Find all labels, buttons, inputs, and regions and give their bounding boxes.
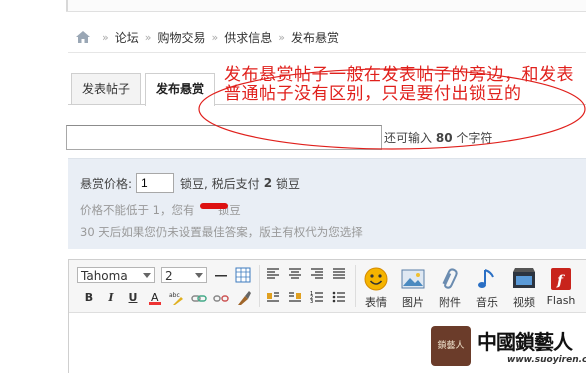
breadcrumb-separator: » <box>278 30 285 44</box>
align-justify-icon[interactable] <box>331 267 347 283</box>
table-icon[interactable] <box>235 267 251 283</box>
paperclip-icon <box>437 266 463 292</box>
reward-after-tax: 2 <box>263 176 273 190</box>
font-family-value: Tahoma <box>81 269 128 283</box>
breadcrumb-current: 发布悬赏 <box>290 30 339 45</box>
clear-format-icon[interactable] <box>235 290 251 306</box>
unordered-list-icon[interactable] <box>331 290 347 306</box>
svg-text:3: 3 <box>310 299 313 304</box>
toolbar-divider <box>259 265 260 307</box>
watermark-seal: 鎖藝人 <box>431 326 471 366</box>
breadcrumb-shopping[interactable]: 购物交易 <box>157 29 205 46</box>
ordered-list-icon[interactable]: 123 <box>309 290 325 306</box>
reward-price-label: 悬赏价格: <box>80 176 133 191</box>
breadcrumb: » 论坛 » 购物交易 » 供求信息 » 发布悬赏 <box>68 22 586 53</box>
highlight-icon[interactable]: abc <box>169 290 185 306</box>
video-icon <box>511 266 537 292</box>
chevron-down-icon <box>195 273 203 278</box>
font-size-value: 2 <box>165 269 173 283</box>
reward-min-note-head: 价格不能低于 1，您有 <box>80 203 195 217</box>
flash-button[interactable]: f Flash <box>543 266 579 307</box>
underline-icon[interactable]: U <box>125 290 141 306</box>
home-icon[interactable] <box>75 30 91 44</box>
emoticon-label: 表情 <box>365 296 387 309</box>
flash-icon: f <box>548 266 574 292</box>
emoticon-button[interactable]: 表情 <box>358 266 394 310</box>
reward-rule-note: 30 天后如果您仍未设置最佳答案，版主有权代为您选择 <box>80 225 363 239</box>
reward-panel: 悬赏价格: 锁豆, 税后支付 2 锁豆 价格不能低于 1，您有 锁豆 30 天后… <box>68 158 586 249</box>
bold-icon[interactable]: B <box>81 290 97 306</box>
annotation-text: 发布悬赏帖子一般在发表帖子的旁边，和发表普通帖子没有区别，只是要付出锁豆的 <box>224 65 574 104</box>
align-left-icon[interactable] <box>265 267 281 283</box>
horizontal-rule-icon[interactable] <box>213 267 229 283</box>
image-button[interactable]: 图片 <box>395 266 431 310</box>
smiley-icon <box>363 266 389 292</box>
breadcrumb-forum[interactable]: 论坛 <box>115 29 139 46</box>
align-right-icon[interactable] <box>309 267 325 283</box>
music-label: 音乐 <box>476 296 498 309</box>
attachment-label: 附件 <box>439 296 461 309</box>
watermark-title: 中國鎖藝人 <box>477 330 573 354</box>
image-label: 图片 <box>402 296 424 309</box>
redacted-scribble <box>200 203 228 209</box>
font-family-select[interactable]: Tahoma <box>77 267 155 283</box>
top-bar <box>66 0 586 12</box>
tab-new-post[interactable]: 发表帖子 <box>71 73 142 104</box>
image-icon <box>400 266 426 292</box>
flash-label: Flash <box>546 294 576 307</box>
breadcrumb-separator: » <box>144 30 152 44</box>
font-size-select[interactable]: 2 <box>161 267 207 283</box>
video-button[interactable]: 视频 <box>506 266 542 310</box>
video-label: 视频 <box>513 296 535 309</box>
align-center-icon[interactable] <box>287 267 303 283</box>
chevron-down-icon <box>143 273 151 278</box>
watermark: 鎖藝人 中國鎖藝人 www.suoyiren.com <box>431 324 586 372</box>
float-left-icon[interactable] <box>265 290 281 306</box>
svg-text:abc: abc <box>169 292 180 299</box>
italic-icon[interactable]: I <box>103 290 119 306</box>
reward-after-unit: 锁豆 <box>276 176 301 191</box>
breadcrumb-supply[interactable]: 供求信息 <box>224 29 272 46</box>
unlink-icon[interactable] <box>213 290 229 306</box>
float-right-icon[interactable] <box>287 290 303 306</box>
watermark-url: www.suoyiren.com <box>507 355 586 365</box>
font-color-icon[interactable]: A <box>147 290 163 306</box>
attachment-button[interactable]: 附件 <box>432 266 468 310</box>
link-icon[interactable] <box>191 290 207 306</box>
editor-toolbar: Tahoma 2 B I U A abc 123 表情 图片 附件 音乐 视频 … <box>69 260 586 313</box>
reward-price-row: 悬赏价格: 锁豆, 税后支付 2 锁豆 <box>80 173 300 193</box>
music-button[interactable]: 音乐 <box>469 266 505 310</box>
breadcrumb-separator: » <box>102 30 109 44</box>
reward-unit-text: 锁豆, 税后支付 <box>180 176 260 191</box>
breadcrumb-separator: » <box>211 30 219 44</box>
reward-price-input[interactable] <box>136 173 175 193</box>
toolbar-divider <box>355 265 356 307</box>
music-note-icon <box>474 266 500 292</box>
